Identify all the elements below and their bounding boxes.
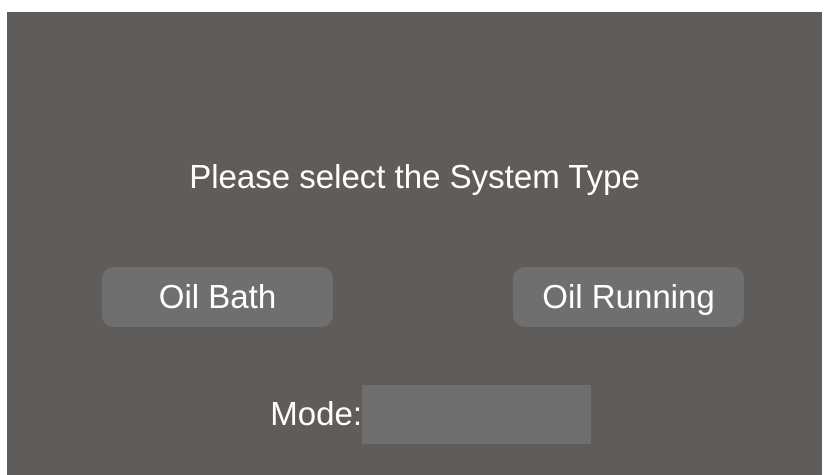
mode-field[interactable] (362, 385, 591, 444)
system-type-prompt: Please select the System Type (189, 158, 640, 195)
oil-bath-button[interactable]: Oil Bath (102, 267, 333, 327)
system-type-screen: Please select the System Type Oil Bath O… (7, 12, 822, 475)
mode-label: Mode: (270, 395, 362, 432)
oil-running-button[interactable]: Oil Running (513, 267, 744, 327)
